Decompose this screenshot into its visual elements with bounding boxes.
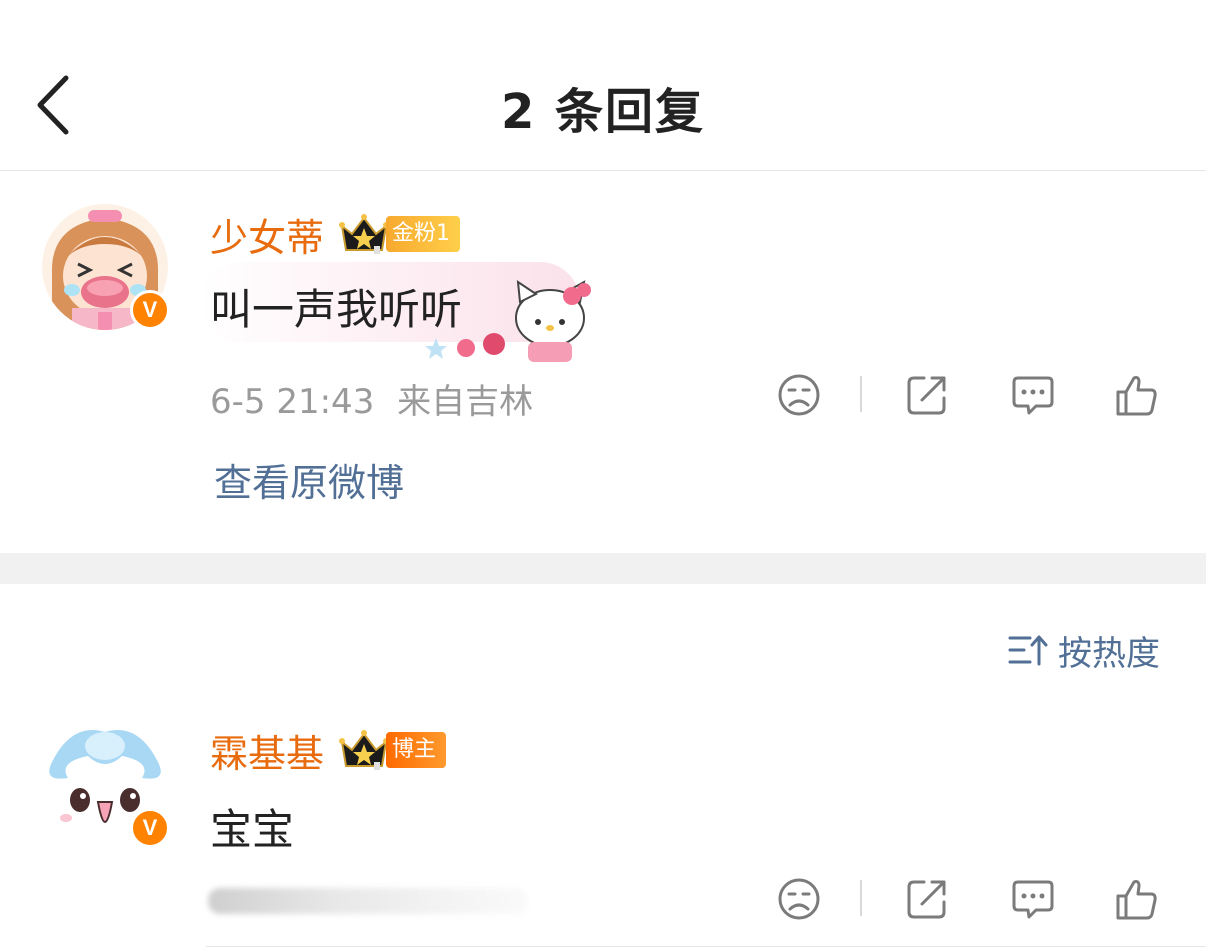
comment-text: 宝宝 <box>210 805 295 854</box>
comment-icon <box>1012 376 1054 415</box>
view-original-post-link[interactable]: 查看原微博 <box>214 452 404 507</box>
share-button[interactable] <box>904 876 950 922</box>
username-row: 霖基基 博主 <box>210 726 447 776</box>
comment-meta: 6-5 21:43 来自吉林 <box>210 374 533 423</box>
avatar[interactable]: V <box>42 204 170 330</box>
comment-icon <box>1012 880 1054 919</box>
fan-level-badge: 金粉1 <box>386 216 461 252</box>
share-icon <box>907 376 946 415</box>
action-divider <box>860 376 862 412</box>
verified-badge: V <box>130 808 170 848</box>
blurred-meta <box>208 888 528 914</box>
avatar[interactable]: V <box>42 722 170 848</box>
comment-actions <box>770 876 1170 926</box>
dislike-button[interactable] <box>776 372 822 418</box>
sad-face-icon <box>778 878 820 920</box>
host-badge: 博主 <box>386 732 447 768</box>
crown-icon <box>339 730 390 770</box>
reply-button[interactable] <box>1010 372 1056 418</box>
username-row: 少女蒂 金粉1 <box>210 210 461 260</box>
like-button[interactable] <box>1114 372 1160 418</box>
comment-time: 6-5 21:43 <box>210 382 375 422</box>
username[interactable]: 霖基基 <box>210 723 324 778</box>
crown-icon <box>339 214 390 254</box>
sort-toggle[interactable]: 按热度 <box>1008 628 1160 674</box>
thumbs-up-icon <box>1116 880 1157 920</box>
header-bar: 2 条回复 <box>0 0 1206 170</box>
share-button[interactable] <box>904 372 950 418</box>
sort-label: 按热度 <box>1058 633 1160 674</box>
share-icon <box>907 880 946 919</box>
section-divider <box>0 553 1206 584</box>
thumbs-up-icon <box>1116 376 1157 416</box>
page-title: 2 条回复 <box>500 84 706 140</box>
dislike-button[interactable] <box>776 876 822 922</box>
sad-face-icon <box>778 374 820 416</box>
reply-button[interactable] <box>1010 876 1056 922</box>
bottom-divider <box>206 946 1206 947</box>
action-divider <box>860 880 862 916</box>
like-button[interactable] <box>1114 876 1160 922</box>
username[interactable]: 少女蒂 <box>210 207 324 262</box>
header-divider <box>0 170 1206 171</box>
sort-icon <box>1008 635 1048 666</box>
comment-location: 来自吉林 <box>397 382 534 422</box>
comment-actions <box>770 372 1170 422</box>
verified-badge: V <box>130 290 170 330</box>
comment-text: 叫一声我听听 <box>210 285 463 334</box>
